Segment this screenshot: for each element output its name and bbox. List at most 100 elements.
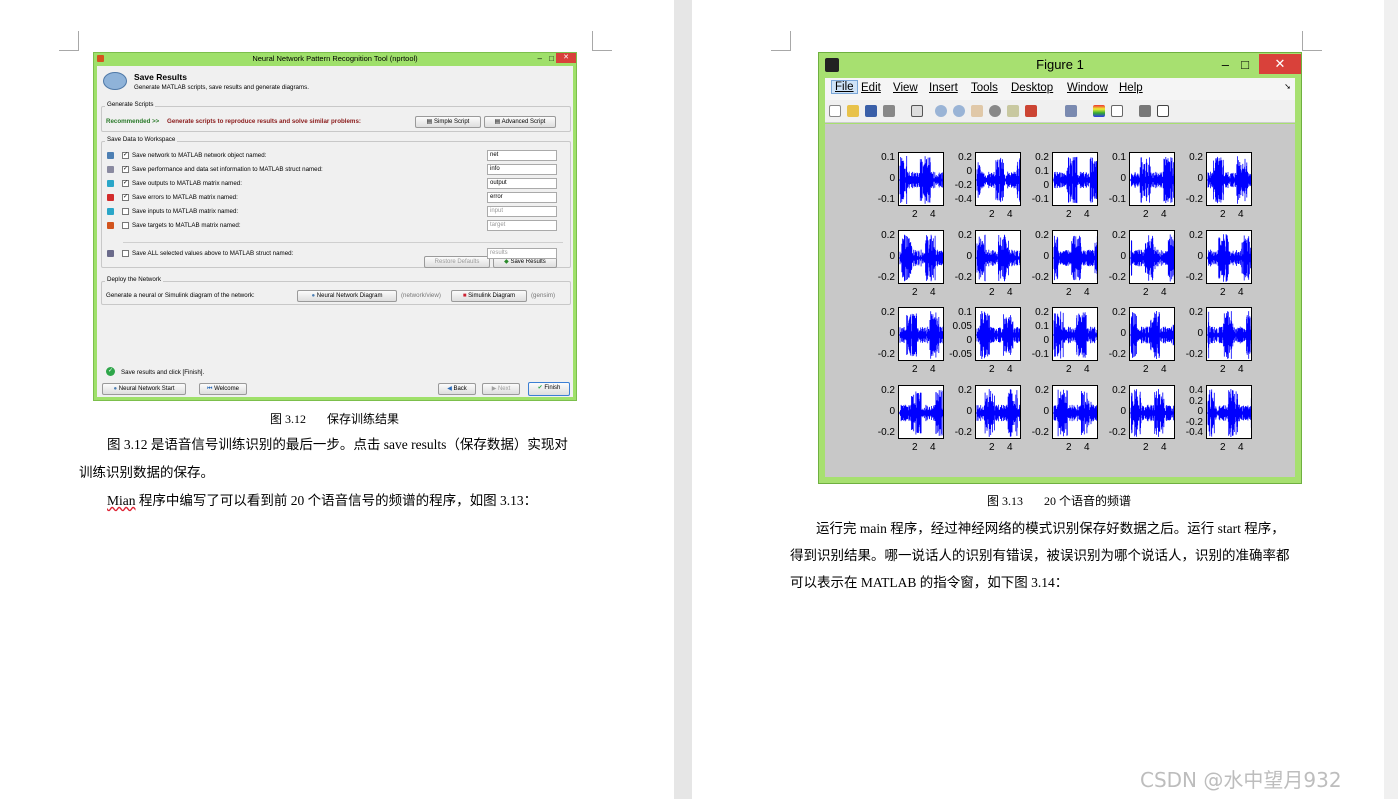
y-tick-label: -0.4 <box>954 194 972 205</box>
variable-name-field[interactable]: results <box>487 248 557 259</box>
matlab-icon <box>825 58 839 72</box>
dock-arrow-icon[interactable]: ➘ <box>1284 82 1291 91</box>
pointer-icon[interactable] <box>911 105 923 117</box>
show-tools-icon[interactable] <box>1157 105 1169 117</box>
rotate-icon[interactable] <box>989 105 1001 117</box>
y-tick-label: -0.2 <box>1185 349 1203 360</box>
save-checkbox[interactable]: ✓ <box>122 194 129 201</box>
spectrum-subplot <box>1206 230 1252 284</box>
x-tick-label: 4 <box>1007 442 1013 453</box>
y-tick-label: 0 <box>966 335 972 346</box>
y-tick-label: -0.2 <box>954 272 972 283</box>
pan-icon[interactable] <box>971 105 983 117</box>
x-tick-label: 2 <box>1220 287 1226 298</box>
nprtool-window: Neural Network Pattern Recognition Tool … <box>93 52 577 401</box>
nn-start-button[interactable]: ● Neural Network Start <box>102 383 186 395</box>
zoom-out-icon[interactable] <box>953 105 965 117</box>
page-heading: Save Results <box>134 72 187 82</box>
x-tick-label: 2 <box>1066 364 1072 375</box>
menu-item-tools[interactable]: Tools <box>971 82 998 94</box>
variable-name-field[interactable]: target <box>487 220 557 231</box>
paragraph-line: 训练识别数据的保存。 <box>79 465 214 480</box>
nn-diagram-button[interactable]: ● Neural Network Diagram <box>297 290 397 302</box>
menu-item-window[interactable]: Window <box>1067 82 1108 94</box>
signal-trace <box>1207 311 1251 359</box>
variable-name-field[interactable]: input <box>487 206 557 217</box>
save-checkbox[interactable]: ✓ <box>122 166 129 173</box>
menu-item-edit[interactable]: Edit <box>861 82 881 94</box>
new-file-icon[interactable] <box>829 105 841 117</box>
menu-item-insert[interactable]: Insert <box>929 82 958 94</box>
y-tick-label: 0 <box>889 328 895 339</box>
scrollbar[interactable] <box>1384 0 1398 799</box>
x-tick-label: 2 <box>1143 442 1149 453</box>
restore-defaults-button[interactable]: Restore Defaults <box>424 256 490 268</box>
menu-item-desktop[interactable]: Desktop <box>1011 82 1053 94</box>
legend-icon[interactable] <box>1111 105 1123 117</box>
link-plot-icon[interactable] <box>1065 105 1077 117</box>
figure-window: Figure 1 – □ ✕ File Edit View Insert Tools De… <box>818 52 1302 484</box>
paragraph-line: Mian 程序中编写了可以看到前 20 个语音信号的频谱的程序，如图 3.13： <box>107 489 537 509</box>
y-tick-label: 0.2 <box>1112 307 1126 318</box>
minimize-icon[interactable]: – <box>538 53 542 64</box>
close-icon[interactable]: ✕ <box>1259 54 1301 74</box>
variable-name-field[interactable]: error <box>487 192 557 203</box>
y-tick-label: 0.2 <box>958 230 972 241</box>
y-tick-label: 0.2 <box>881 385 895 396</box>
watermark: CSDN @水中望月932 <box>1140 768 1342 792</box>
margin-mark <box>1302 31 1322 51</box>
data-cursor-icon[interactable] <box>1007 105 1019 117</box>
save-checkbox[interactable]: ✓ <box>122 152 129 159</box>
menu-item-view[interactable]: View <box>893 82 918 94</box>
paragraph-line: 运行完 main 程序，经过神经网络的模式识别保存好数据之后。运行 start … <box>816 521 1285 536</box>
save-checkbox[interactable] <box>122 250 129 257</box>
zoom-in-icon[interactable] <box>935 105 947 117</box>
hide-tools-icon[interactable] <box>1139 105 1151 117</box>
advanced-script-button[interactable]: ▤ Advanced Script <box>484 116 556 128</box>
y-tick-label: 0.1 <box>1112 152 1126 163</box>
print-icon[interactable] <box>883 105 895 117</box>
y-tick-label: 0 <box>1043 180 1049 191</box>
window-title: Neural Network Pattern Recognition Tool … <box>252 54 418 63</box>
variable-name-field[interactable]: output <box>487 178 557 189</box>
y-tick-label: -0.2 <box>1108 349 1126 360</box>
variable-name-field[interactable]: net <box>487 150 557 161</box>
next-button[interactable]: ▶ Next <box>482 383 520 395</box>
maximize-icon[interactable]: □ <box>1241 53 1249 77</box>
menu-item-help[interactable]: Help <box>1119 82 1143 94</box>
finish-button[interactable]: ✔ Finish <box>528 382 570 396</box>
variable-name-field[interactable]: info <box>487 164 557 175</box>
x-tick-label: 4 <box>930 364 936 375</box>
paragraph-text: 程序中编写了可以看到前 20 个语音信号的频谱的程序，如图 3.13： <box>135 493 538 508</box>
save-checkbox[interactable] <box>122 222 129 229</box>
y-tick-label: 0 <box>889 173 895 184</box>
group-label: Deploy the Network <box>105 276 163 283</box>
y-tick-label: -0.2 <box>1108 272 1126 283</box>
minimize-icon[interactable]: – <box>1222 53 1229 77</box>
y-tick-label: 0.2 <box>881 307 895 318</box>
save-icon[interactable] <box>865 105 877 117</box>
save-checkbox[interactable]: ✓ <box>122 180 129 187</box>
brain-icon <box>103 72 127 90</box>
y-tick-label: 0 <box>966 166 972 177</box>
x-tick-label: 2 <box>1066 209 1072 220</box>
colorbar-icon[interactable] <box>1093 105 1105 117</box>
signal-trace <box>1207 156 1251 204</box>
maximize-icon[interactable]: □ <box>549 53 554 64</box>
x-tick-label: 4 <box>1084 364 1090 375</box>
simulink-diagram-button[interactable]: ■ Simulink Diagram <box>451 290 527 302</box>
y-tick-label: 0 <box>1120 406 1126 417</box>
open-folder-icon[interactable] <box>847 105 859 117</box>
y-tick-label: 0.2 <box>1189 395 1203 407</box>
y-tick-label: 0.2 <box>1112 385 1126 396</box>
tool-body: Save Results Generate MATLAB scripts, sa… <box>97 66 573 397</box>
menu-item-file[interactable]: File <box>831 80 858 94</box>
close-icon[interactable]: ✕ <box>556 53 576 63</box>
y-tick-label: -0.4 <box>1185 427 1203 438</box>
simple-script-button[interactable]: ▤ Simple Script <box>415 116 481 128</box>
group-label: Generate Scripts <box>105 101 156 108</box>
back-button[interactable]: ◀ Back <box>438 383 476 395</box>
brush-icon[interactable] <box>1025 105 1037 117</box>
save-checkbox[interactable] <box>122 208 129 215</box>
welcome-button[interactable]: ⏮ Welcome <box>199 383 247 395</box>
